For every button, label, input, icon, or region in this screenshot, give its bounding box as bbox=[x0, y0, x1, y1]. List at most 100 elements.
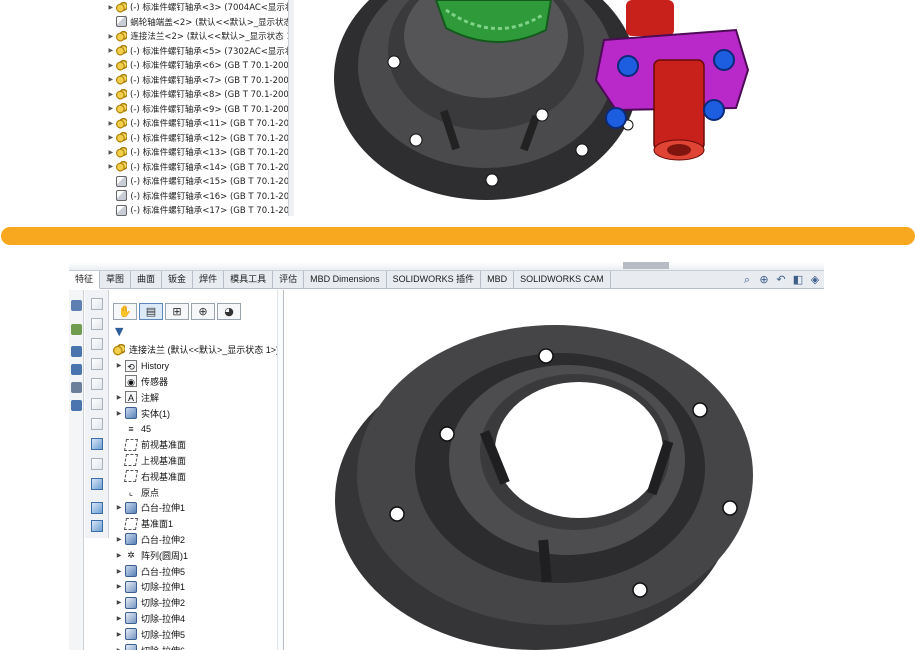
expand-arrow-icon[interactable]: ▶ bbox=[113, 552, 125, 559]
feature-tool-icon[interactable] bbox=[91, 298, 103, 310]
expand-arrow-icon[interactable]: ▶ bbox=[113, 647, 125, 650]
assembly-tree-item[interactable]: (-) 标准件螺钉轴承<17> (GB T 70.1-2000 bbox=[106, 203, 294, 216]
feature-tool-icon[interactable] bbox=[91, 338, 103, 350]
assembly-icon[interactable] bbox=[71, 300, 82, 311]
assembly-tree-item[interactable]: ▶ (-) 标准件螺钉轴承<3> (7004AC<显示状态 bbox=[106, 0, 294, 15]
dimxpert-icon[interactable]: ⊕ bbox=[191, 302, 215, 320]
command-scroll-thumb[interactable] bbox=[623, 262, 669, 269]
expand-arrow-icon[interactable]: ▶ bbox=[106, 33, 116, 40]
tree-root[interactable]: 连接法兰 (默认<<默认>_显示状态 1>) bbox=[113, 342, 283, 358]
spring-icon[interactable] bbox=[71, 400, 82, 411]
feature-tree-item[interactable]: ▶ 实体(1) bbox=[113, 405, 283, 421]
assembly-tree-item[interactable]: ▶ (-) 标准件螺钉轴承<13> (GB T 70.1-2000 bbox=[106, 145, 294, 160]
expand-arrow-icon[interactable]: ▶ bbox=[113, 362, 125, 369]
feature-tree-item[interactable]: 右视基准面 bbox=[113, 468, 283, 484]
appearance-icon[interactable] bbox=[91, 502, 103, 514]
tab-4[interactable]: 焊件 bbox=[193, 271, 225, 289]
expand-arrow-icon[interactable]: ▶ bbox=[113, 599, 125, 606]
tab-6[interactable]: 评估 bbox=[273, 271, 305, 289]
assembly-tree-item[interactable]: ▶ (-) 标准件螺钉轴承<7> (GB T 70.1-2000M bbox=[106, 73, 294, 88]
expand-arrow-icon[interactable]: ▶ bbox=[113, 583, 125, 590]
assembly-tree-item[interactable]: ▶ (-) 标准件螺钉轴承<9> (GB T 70.1-2000M bbox=[106, 102, 294, 117]
part-icon[interactable] bbox=[71, 324, 82, 335]
feature-tree-scrollbar[interactable] bbox=[277, 290, 283, 650]
curve-icon[interactable] bbox=[71, 364, 82, 375]
configuration-manager-icon[interactable]: ⊞ bbox=[165, 302, 189, 320]
expand-arrow-icon[interactable]: ▶ bbox=[106, 120, 116, 127]
feature-tree-item[interactable]: ▶ A 注解 bbox=[113, 389, 283, 405]
tab-1[interactable]: 草图 bbox=[100, 271, 132, 289]
assembly-tree-item[interactable]: ▶ 连接法兰<2> (默认<<默认>_显示状态 1> bbox=[106, 29, 294, 44]
feature-tree-item[interactable]: ▶ 切除-拉伸6 bbox=[113, 642, 283, 650]
feature-tree-item[interactable]: ▶ 凸台-拉伸2 bbox=[113, 532, 283, 548]
assembly-tree-item[interactable]: (-) 标准件螺钉轴承<16> (GB T 70.1-2000 bbox=[106, 189, 294, 204]
display-icon[interactable] bbox=[91, 478, 103, 490]
feature-tool-icon[interactable] bbox=[91, 358, 103, 370]
expand-arrow-icon[interactable]: ▶ bbox=[113, 615, 125, 622]
tab-3[interactable]: 钣金 bbox=[162, 271, 194, 289]
tree-scrollbar[interactable] bbox=[288, 0, 294, 216]
expand-arrow-icon[interactable]: ▶ bbox=[106, 149, 116, 156]
property-manager-icon[interactable]: ▤ bbox=[139, 302, 163, 320]
display-manager-icon[interactable]: ◕ bbox=[217, 302, 241, 320]
feature-tree-item[interactable]: ▶ 切除-拉伸2 bbox=[113, 595, 283, 611]
tab-7[interactable]: MBD Dimensions bbox=[304, 271, 387, 289]
tab-2[interactable]: 曲面 bbox=[131, 271, 163, 289]
expand-arrow-icon[interactable]: ▶ bbox=[113, 631, 125, 638]
feature-tool-icon[interactable] bbox=[91, 418, 103, 430]
search-icon[interactable]: ⌕ bbox=[740, 273, 754, 287]
expand-arrow-icon[interactable]: ▶ bbox=[113, 394, 125, 401]
expand-arrow-icon[interactable]: ▶ bbox=[106, 105, 116, 112]
feature-tree-item[interactable]: ≡ 45 bbox=[113, 421, 283, 437]
feature-tree-item[interactable]: ▶ 切除-拉伸4 bbox=[113, 611, 283, 627]
view-orientation-icon[interactable]: ◈ bbox=[808, 273, 822, 287]
assembly-tree-item[interactable]: ▶ (-) 标准件螺钉轴承<6> (GB T 70.1-2000M bbox=[106, 58, 294, 73]
assembly-tree-item[interactable]: (-) 标准件螺钉轴承<15> (GB T 70.1-2000 bbox=[106, 174, 294, 189]
expand-arrow-icon[interactable]: ▶ bbox=[113, 504, 125, 511]
feature-tree-item[interactable]: 基准面1 bbox=[113, 516, 283, 532]
assembly-tree-item[interactable]: ▶ (-) 标准件螺钉轴承<11> (GB T 70.1-2000 bbox=[106, 116, 294, 131]
expand-arrow-icon[interactable]: ▶ bbox=[113, 536, 125, 543]
expand-arrow-icon[interactable]: ▶ bbox=[106, 76, 116, 83]
assembly-tree-item[interactable]: 蜗轮轴端盖<2> (默认<<默认>_显示状态 1 bbox=[106, 15, 294, 30]
section-view-icon[interactable]: ◧ bbox=[791, 273, 805, 287]
feature-tree-item[interactable]: 上视基准面 bbox=[113, 453, 283, 469]
part-graphics-view[interactable] bbox=[285, 290, 824, 650]
assembly-graphics-view[interactable] bbox=[296, 0, 779, 216]
feature-tool-icon[interactable] bbox=[91, 318, 103, 330]
expand-arrow-icon[interactable]: ▶ bbox=[113, 568, 125, 575]
assembly-tree-item[interactable]: ▶ (-) 标准件螺钉轴承<14> (GB T 70.1-2000 bbox=[106, 160, 294, 175]
feature-manager-icon[interactable]: ✋ bbox=[113, 302, 137, 320]
expand-arrow-icon[interactable]: ▶ bbox=[113, 410, 125, 417]
feature-tree-item[interactable]: ▶ 凸台-拉伸1 bbox=[113, 500, 283, 516]
tab-0[interactable]: 特征 bbox=[69, 271, 101, 289]
feature-tool-icon[interactable] bbox=[91, 378, 103, 390]
zoom-area-icon[interactable]: ⊕ bbox=[757, 273, 771, 287]
feature-tool-icon[interactable] bbox=[91, 458, 103, 470]
feature-tree-item[interactable]: ⌞ 原点 bbox=[113, 484, 283, 500]
previous-view-icon[interactable]: ↶ bbox=[774, 273, 788, 287]
feature-tool-icon[interactable] bbox=[91, 398, 103, 410]
assembly-tree-item[interactable]: ▶ (-) 标准件螺钉轴承<8> (GB T 70.1-2000M bbox=[106, 87, 294, 102]
assembly-tree-item[interactable]: ▶ (-) 标准件螺钉轴承<12> (GB T 70.1-2000 bbox=[106, 131, 294, 146]
feature-tree-item[interactable]: ▶ 切除-拉伸1 bbox=[113, 579, 283, 595]
reference-icon[interactable] bbox=[71, 382, 82, 393]
expand-arrow-icon[interactable]: ▶ bbox=[106, 134, 116, 141]
feature-tree-item[interactable]: ▶ ⟲ History bbox=[113, 358, 283, 374]
reference-geometry-icon[interactable] bbox=[91, 438, 103, 450]
expand-arrow-icon[interactable]: ▶ bbox=[106, 4, 116, 11]
tab-10[interactable]: SOLIDWORKS CAM bbox=[514, 271, 611, 289]
tab-9[interactable]: MBD bbox=[481, 271, 515, 289]
feature-tree-item[interactable]: ▶ ✲ 阵列(圆周)1 bbox=[113, 547, 283, 563]
assembly-tree-item[interactable]: ▶ (-) 标准件螺钉轴承<5> (7302AC<显示状态 bbox=[106, 44, 294, 59]
feature-tree-item[interactable]: ◉ 传感器 bbox=[113, 374, 283, 390]
feature-tree-item[interactable]: ▶ 凸台-拉伸5 bbox=[113, 563, 283, 579]
tab-8[interactable]: SOLIDWORKS 插件 bbox=[387, 271, 482, 289]
expand-arrow-icon[interactable]: ▶ bbox=[106, 163, 116, 170]
expand-arrow-icon[interactable]: ▶ bbox=[106, 91, 116, 98]
feature-tree-item[interactable]: ▶ 切除-拉伸5 bbox=[113, 626, 283, 642]
expand-arrow-icon[interactable]: ▶ bbox=[106, 62, 116, 69]
filter-icon[interactable]: ▼ bbox=[115, 325, 123, 338]
tab-5[interactable]: 模具工具 bbox=[224, 271, 274, 289]
sketch-icon[interactable] bbox=[71, 346, 82, 357]
